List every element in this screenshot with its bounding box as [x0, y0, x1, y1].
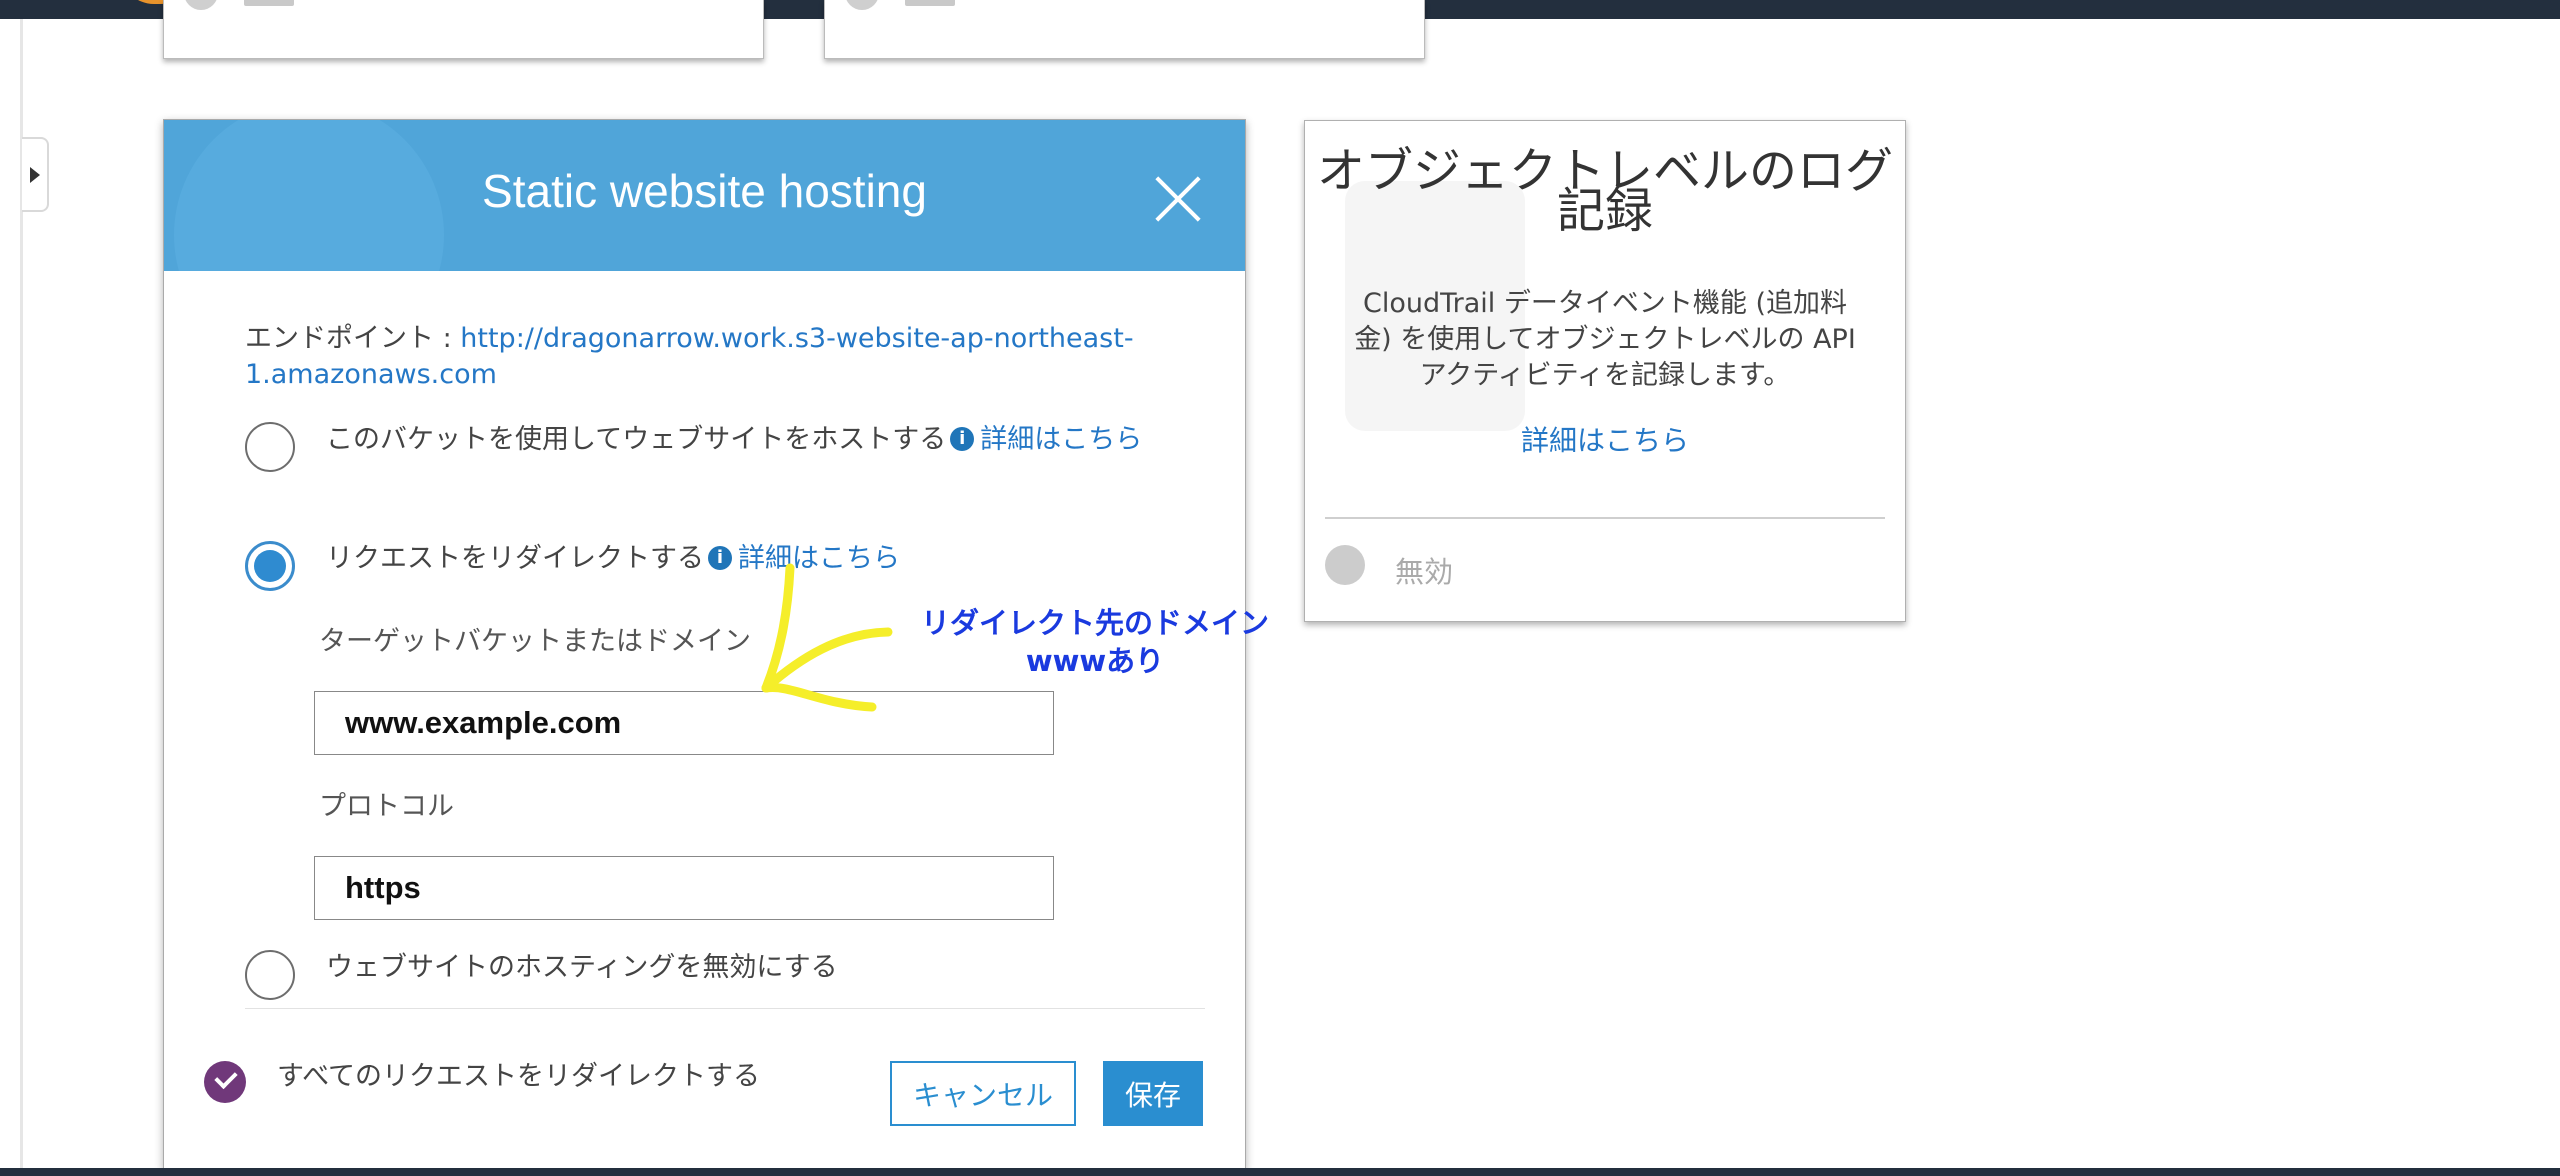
- annotation-text: リダイレクト先のドメイン wwwあり: [905, 604, 1285, 680]
- divider: [245, 1008, 1205, 1009]
- info-icon[interactable]: i: [950, 426, 975, 451]
- option-disable-hosting[interactable]: ウェブサイトのホスティングを無効にする: [326, 950, 838, 986]
- card-description: CloudTrail データイベント機能 (追加料金) を使用してオブジェクトレ…: [1354, 288, 1856, 391]
- learn-more-link[interactable]: 詳細はこちら: [980, 424, 1142, 455]
- property-card[interactable]: [824, 0, 1425, 59]
- redirect-all-checkbox-label[interactable]: すべてのリクエストをリダイレクトする: [277, 1059, 777, 1095]
- protocol-label: プロトコル: [319, 791, 454, 822]
- annotation-arrow-icon: [761, 563, 893, 712]
- status-text: 無効: [1395, 555, 1454, 589]
- endpoint-text: エンドポイント : http://dragonarrow.work.s3-web…: [245, 321, 1145, 393]
- dialog-header: Static website hosting: [164, 120, 1245, 271]
- chevron-right-icon: [29, 166, 40, 183]
- status-radio-icon: [1325, 545, 1365, 585]
- radio-icon: [845, 0, 879, 10]
- annotation-line-1: リダイレクト先のドメイン: [920, 606, 1269, 640]
- target-bucket-input[interactable]: www.example.com: [314, 691, 1054, 755]
- learn-more-link[interactable]: 詳細はこちら: [1305, 419, 1905, 459]
- option-label: このバケットを使用してウェブサイトをホストする: [326, 424, 947, 455]
- bottom-bar: [0, 1168, 2560, 1176]
- check-icon[interactable]: [204, 1061, 246, 1103]
- dialog-title: Static website hosting: [482, 165, 927, 217]
- radio-redirect-requests[interactable]: [245, 541, 295, 591]
- divider: [1325, 517, 1885, 519]
- close-icon[interactable]: [1154, 175, 1202, 223]
- radio-selected-dot: [254, 550, 286, 582]
- option-label: リクエストをリダイレクトする: [326, 543, 704, 574]
- card-status: [905, 0, 955, 6]
- target-bucket-label: ターゲットバケットまたはドメイン: [319, 626, 751, 657]
- save-button[interactable]: 保存: [1103, 1061, 1203, 1126]
- radio-icon: [184, 0, 218, 10]
- endpoint-label: エンドポイント :: [245, 323, 461, 354]
- option-host-website[interactable]: このバケットを使用してウェブサイトをホストする i 詳細はこちら: [326, 422, 1166, 458]
- sidebar-toggle-button[interactable]: [22, 137, 49, 212]
- object-level-logging-card[interactable]: オブジェクトレベルのログ記録 CloudTrail データイベント機能 (追加料…: [1304, 120, 1906, 622]
- radio-host-website[interactable]: [245, 422, 295, 472]
- protocol-input[interactable]: https: [314, 856, 1054, 920]
- property-card[interactable]: [163, 0, 764, 59]
- card-title: オブジェクトレベルのログ記録: [1316, 143, 1893, 239]
- annotation-line-2: wwwあり: [1025, 644, 1165, 678]
- cancel-button[interactable]: キャンセル: [890, 1061, 1076, 1126]
- radio-disable-hosting[interactable]: [245, 950, 295, 1000]
- card-status: [244, 0, 294, 6]
- info-icon[interactable]: i: [708, 545, 732, 570]
